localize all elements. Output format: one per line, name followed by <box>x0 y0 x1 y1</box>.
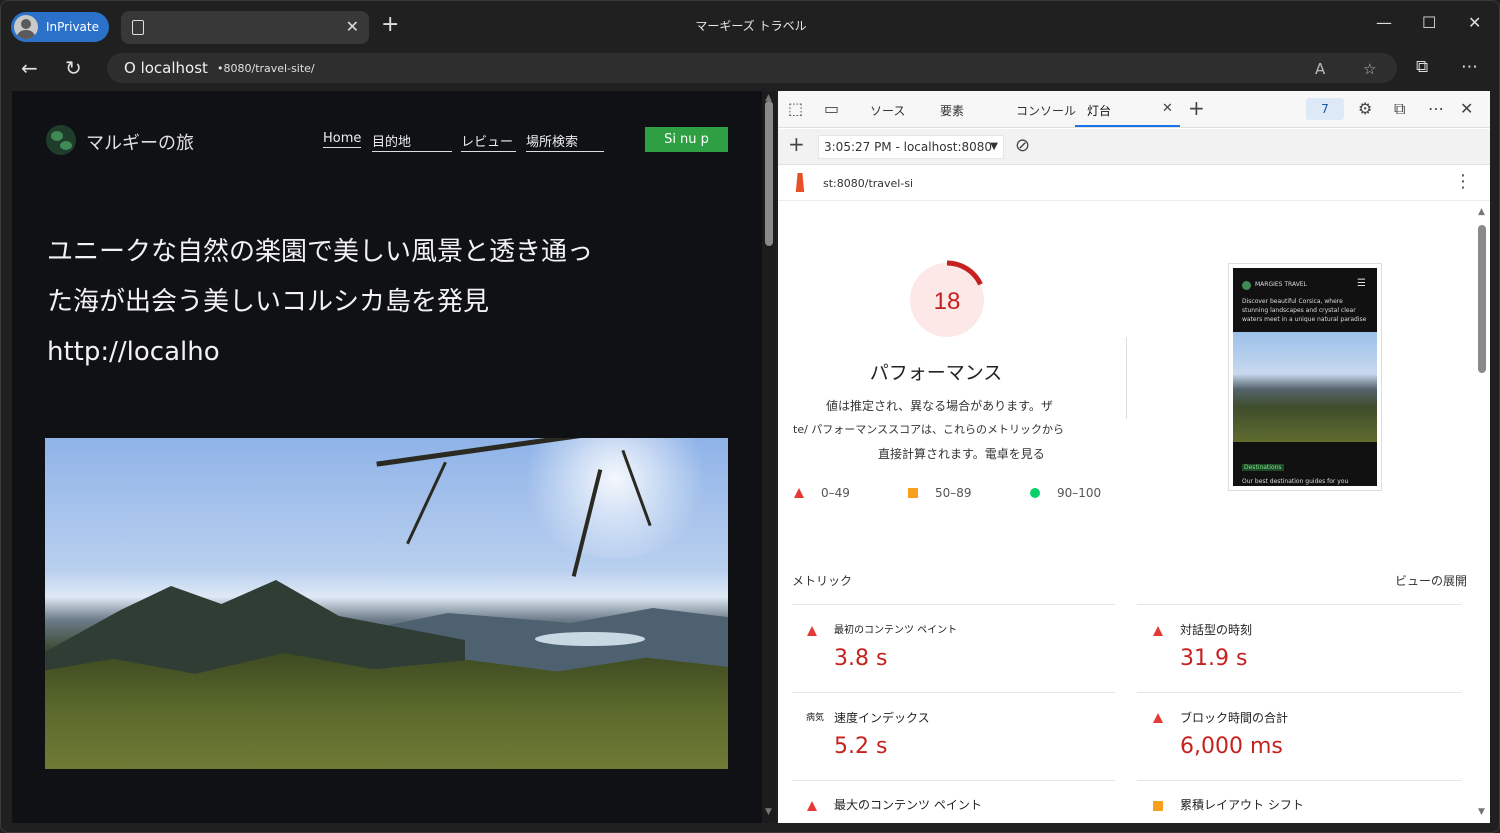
website-viewport: マルギーの旅 Home 目的地 レビュー 場所検索 Si nu p ユニークな自… <box>12 91 762 823</box>
inspect-icon[interactable]: ⬚ <box>788 99 803 118</box>
issues-count: 7 <box>1321 102 1329 116</box>
tab-elements[interactable]: 要素 <box>940 102 964 119</box>
customize-icon[interactable]: ⧉ <box>1394 99 1405 119</box>
inprivate-label: InPrivate <box>46 20 99 34</box>
more-menu-icon[interactable]: ⋯ <box>1461 57 1478 77</box>
thumb-tag: Destinations <box>1242 464 1284 471</box>
signup-button[interactable]: Si nu p <box>645 127 728 152</box>
fail-triangle-icon <box>1153 713 1163 723</box>
devtools-panel: ⬚ ▭ ソース 要素 コンソール 灯台 ✕ + 7 ⚙ ⧉ ⋯ ✕ + 3:05… <box>778 91 1490 823</box>
collections-icon[interactable]: ⧉ <box>1416 57 1428 77</box>
fail-triangle-icon <box>794 488 804 498</box>
average-square-icon <box>908 488 918 498</box>
devtools-scrollbar[interactable]: ▲ ▼ <box>1475 203 1489 823</box>
new-report-icon[interactable]: + <box>788 132 805 156</box>
browser-window: InPrivate ✕ + マーギーズ トラベル — ☐ ✕ ← ↻ O loc… <box>0 0 1500 833</box>
performance-score-gauge: 18 <box>907 260 987 340</box>
site-brand[interactable]: マルギーの旅 <box>86 129 194 155</box>
new-tab-icon[interactable]: + <box>381 13 399 37</box>
lighthouse-icon <box>795 173 805 192</box>
report-menu-icon[interactable]: ⋮ <box>1454 173 1472 191</box>
browser-tab[interactable]: ✕ <box>121 11 369 44</box>
address-host: O localhost <box>124 59 208 77</box>
fail-triangle-icon <box>1153 626 1163 636</box>
thumb-brand: MARGIES TRAVEL <box>1255 281 1307 288</box>
favorite-add-icon[interactable]: ☆ <box>1363 60 1376 78</box>
legend-fail: 0–49 <box>821 486 850 500</box>
hero-heading: ユニークな自然の楽園で美しい風景と透き通った海が出会う美しいコルシカ島を発見 h… <box>47 237 594 367</box>
tab-close-icon[interactable]: ✕ <box>346 17 359 36</box>
window-close-icon[interactable]: ✕ <box>1468 13 1481 32</box>
clear-icon[interactable]: ⊘ <box>1015 135 1030 156</box>
globe-icon <box>1242 281 1251 290</box>
report-select-label: 3:05:27 PM - localhost:8080 <box>824 140 993 154</box>
legend-pass: 90–100 <box>1057 486 1102 500</box>
perf-desc-line-3[interactable]: 直接計算されます。電卓を見る <box>878 445 1045 462</box>
globe-icon <box>46 125 76 155</box>
final-screenshot[interactable]: MARGIES TRAVEL ☰ Discover beautiful Cors… <box>1228 263 1382 491</box>
gear-icon[interactable]: ⚙ <box>1358 99 1372 118</box>
metric-fcp-value: 3.8 s <box>834 646 888 671</box>
devtools-tabbar: ⬚ ▭ ソース 要素 コンソール 灯台 ✕ + 7 ⚙ ⧉ ⋯ ✕ <box>778 91 1490 128</box>
read-aloud-icon[interactable]: A <box>1315 60 1325 78</box>
metric-fcp-title: 最初のコンテンツ ペイント <box>834 625 958 636</box>
tab-sources[interactable]: ソース <box>870 102 905 119</box>
title-bar: InPrivate ✕ + マーギーズ トラベル — ☐ ✕ <box>1 1 1499 51</box>
tab-close-icon[interactable]: ✕ <box>1162 101 1173 116</box>
performance-title: パフォーマンス <box>869 362 1003 384</box>
report-url-row: st:8080/travel-si ⋮ <box>778 165 1490 201</box>
hero-image <box>45 438 728 769</box>
tab-lighthouse[interactable]: 灯台 <box>1087 102 1111 119</box>
metric-si-value: 5.2 s <box>834 734 888 759</box>
thumb-image <box>1233 332 1377 442</box>
inprivate-button[interactable]: InPrivate <box>11 12 109 42</box>
avatar <box>14 15 38 39</box>
perf-desc-line-2: te/ パフォーマンススコアは、これらのメトリックから <box>793 423 1065 436</box>
fail-triangle-icon <box>807 626 817 636</box>
maximize-icon[interactable]: ☐ <box>1422 13 1436 32</box>
back-icon[interactable]: ← <box>21 57 38 79</box>
device-emulation-icon[interactable]: ▭ <box>824 99 839 118</box>
tab-console[interactable]: コンソール <box>1016 102 1076 119</box>
site-scrollbar[interactable]: ▲ ▼ <box>762 91 776 823</box>
nav-destinations[interactable]: 目的地 <box>372 131 452 152</box>
report-url[interactable]: st:8080/travel-si <box>823 177 913 190</box>
issues-badge[interactable]: 7 <box>1306 98 1344 120</box>
address-bar[interactable]: O localhost •8080/travel-site/ A ☆ <box>107 53 1397 83</box>
metric-tbt-title: ブロック時間の合計 <box>1180 711 1289 725</box>
report-select[interactable]: 3:05:27 PM - localhost:8080 ▼ <box>818 135 1004 159</box>
metric-cls-title: 累積レイアウト シフト <box>1180 798 1304 812</box>
legend-average: 50–89 <box>935 486 972 500</box>
hamburger-icon: ☰ <box>1357 278 1366 289</box>
lighthouse-toolbar: + 3:05:27 PM - localhost:8080 ▼ ⊘ <box>778 129 1490 165</box>
chevron-down-icon: ▼ <box>990 141 998 152</box>
performance-score: 18 <box>934 288 961 315</box>
nav-reviews[interactable]: レビュー <box>461 131 516 152</box>
perf-desc-line-1: 値は推定され、異なる場合があります。ザ <box>826 399 1053 413</box>
fail-triangle-icon <box>807 801 817 811</box>
metrics-label: メトリック <box>792 574 853 588</box>
address-path: •8080/travel-site/ <box>217 62 315 75</box>
nav-search[interactable]: 場所検索 <box>526 131 604 152</box>
metric-tti-title: 対話型の時刻 <box>1180 623 1253 637</box>
page-icon <box>132 20 144 35</box>
add-tab-icon[interactable]: + <box>1188 96 1205 120</box>
average-square-icon <box>1153 801 1163 811</box>
address-row: ← ↻ O localhost •8080/travel-site/ A ☆ ⧉… <box>1 51 1499 91</box>
thumb-foot: Our best destination guides for you <box>1242 478 1349 485</box>
minimize-icon[interactable]: — <box>1376 13 1392 32</box>
refresh-icon[interactable]: ↻ <box>65 57 82 79</box>
close-devtools-icon[interactable]: ✕ <box>1460 99 1473 118</box>
nav-home[interactable]: Home <box>323 131 362 148</box>
expand-view-toggle[interactable]: ビューの展開 <box>1395 572 1467 589</box>
pass-circle-icon <box>1030 488 1040 498</box>
metric-si-title: 速度インデックス <box>834 711 930 725</box>
metric-tti-value: 31.9 s <box>1180 646 1248 671</box>
metric-lcp-title: 最大のコンテンツ ペイント <box>834 798 982 812</box>
metric-si-prefix: 病気 <box>806 713 825 723</box>
thumb-text: Discover beautiful Corsica, where stunni… <box>1242 298 1367 323</box>
more-tools-icon[interactable]: ⋯ <box>1428 99 1444 118</box>
metric-tbt-value: 6,000 ms <box>1180 734 1283 759</box>
